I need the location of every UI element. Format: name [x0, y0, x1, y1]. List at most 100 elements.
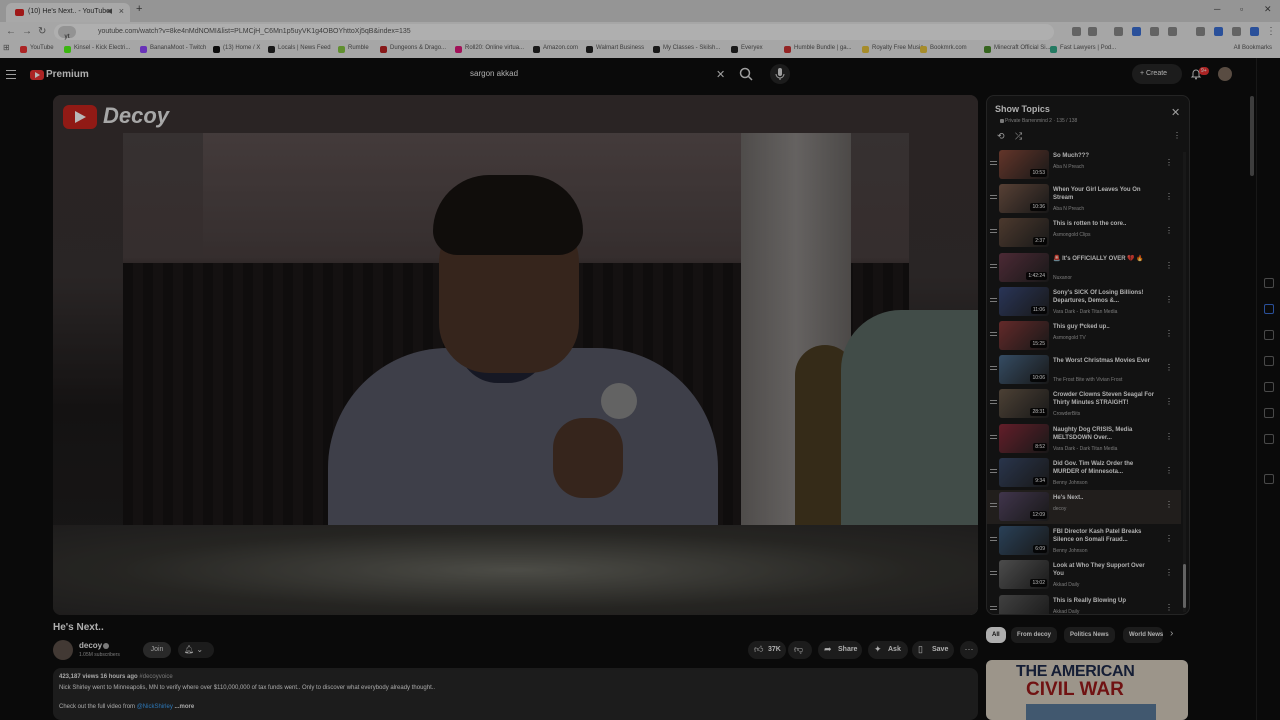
- all-bookmarks-link[interactable]: All Bookmarks: [1234, 45, 1272, 51]
- chip-politics-news[interactable]: Politics News: [1064, 627, 1115, 643]
- extension-icon[interactable]: [1072, 27, 1081, 36]
- bookmark-item[interactable]: My Classes - Skilsh...: [653, 45, 720, 53]
- video-player[interactable]: Decoy: [53, 95, 978, 615]
- drag-handle-icon[interactable]: [990, 229, 997, 235]
- new-tab-button[interactable]: +: [136, 3, 142, 15]
- playlist-item[interactable]: 12:09 He's Next.. decoy ⋮: [987, 490, 1181, 524]
- playlist-item[interactable]: 10:53 So Much??? Aba N Preach ⋮: [987, 148, 1181, 182]
- item-menu-icon[interactable]: ⋮: [1165, 603, 1173, 612]
- item-menu-icon[interactable]: ⋮: [1165, 192, 1173, 201]
- drag-handle-icon[interactable]: [990, 605, 997, 612]
- playlist-item-thumbnail[interactable]: 28:31: [999, 389, 1049, 419]
- dislike-button[interactable]: 👎︎: [788, 641, 812, 659]
- playlist-item-thumbnail[interactable]: 10:36: [999, 184, 1049, 214]
- page-scrollbar-thumb[interactable]: [1250, 96, 1254, 176]
- voice-search-button[interactable]: [770, 64, 790, 84]
- notes-icon[interactable]: [1264, 356, 1274, 366]
- show-more-link[interactable]: ...more: [175, 704, 195, 710]
- item-menu-icon[interactable]: ⋮: [1165, 432, 1173, 441]
- tools-icon[interactable]: [1264, 434, 1274, 444]
- playlist-item-title[interactable]: The Worst Christmas Movies Ever: [1053, 357, 1157, 365]
- drag-handle-icon[interactable]: [990, 503, 997, 509]
- playlist-item-title[interactable]: Naughty Dog CRISIS, Media MELTSDOWN Over…: [1053, 426, 1157, 442]
- playlist-item-thumbnail[interactable]: 13:30: [999, 594, 1049, 614]
- browser-menu-icon[interactable]: ⋮: [1266, 26, 1276, 37]
- drag-handle-icon[interactable]: [990, 468, 997, 475]
- playlist-item[interactable]: 11:06 Sony's SICK Of Losing Billions! Dep…: [987, 285, 1181, 319]
- item-menu-icon[interactable]: ⋮: [1165, 295, 1173, 304]
- drag-handle-icon[interactable]: [990, 571, 997, 577]
- browser-tab[interactable]: (10) He's Next.. - YouTube ◀ ×: [6, 3, 130, 22]
- like-button[interactable]: 👍︎ 37K: [748, 641, 786, 659]
- playlist-item-title[interactable]: Look at Who They Support Over You: [1053, 562, 1157, 578]
- playlist-item-thumbnail[interactable]: 9:34: [999, 457, 1049, 487]
- channel-mention-link[interactable]: @NickShirley: [137, 704, 173, 710]
- bookmark-item[interactable]: Everyex: [731, 45, 763, 53]
- window-close-icon[interactable]: ✕: [1264, 4, 1272, 15]
- playlist-item-title[interactable]: Crowder Clowns Steven Seagal For Thirty …: [1053, 391, 1157, 407]
- extension-icon[interactable]: [1168, 27, 1177, 36]
- playlist-close-icon[interactable]: ✕: [1171, 106, 1180, 119]
- playlist-item-thumbnail[interactable]: 1:42:24: [999, 252, 1049, 282]
- youtube-logo-icon[interactable]: [30, 70, 44, 80]
- create-button[interactable]: + Create: [1132, 64, 1182, 84]
- chip-world-news[interactable]: World News: [1123, 627, 1163, 643]
- playlist-scrollbar[interactable]: [1183, 152, 1186, 612]
- drag-handle-icon[interactable]: [990, 263, 997, 270]
- playlist-item[interactable]: 28:31 Crowder Clowns Steven Seagal For Th…: [987, 387, 1181, 421]
- item-menu-icon[interactable]: ⋮: [1165, 158, 1173, 167]
- bookmark-star-icon[interactable]: [1088, 27, 1097, 36]
- search-icon[interactable]: [736, 66, 756, 82]
- bookmark-item[interactable]: Rumble: [338, 45, 369, 53]
- loop-icon[interactable]: ⟲: [997, 131, 1005, 142]
- drag-handle-icon[interactable]: [990, 434, 997, 441]
- playlist-item-title[interactable]: He's Next..: [1053, 494, 1157, 502]
- bookmark-item[interactable]: Kinsel - Kick Electri...: [64, 45, 130, 53]
- channel-name[interactable]: decoy: [79, 641, 102, 650]
- bookmark-item[interactable]: Humble Bundle | ga...: [784, 45, 852, 53]
- description-box[interactable]: 423,187 views 16 hours ago #decoyvoice N…: [53, 668, 978, 720]
- playlist-item[interactable]: 10:36 When Your Girl Leaves You On Stream…: [987, 182, 1181, 216]
- calendar-icon[interactable]: [1264, 304, 1274, 314]
- more-actions-button[interactable]: ⋯: [960, 641, 978, 659]
- extension-icon[interactable]: [1114, 27, 1123, 36]
- item-menu-icon[interactable]: ⋮: [1165, 226, 1173, 235]
- bookmark-item[interactable]: BananaMoot - Twitch: [140, 45, 206, 53]
- bookmark-item[interactable]: YouTube: [20, 45, 54, 53]
- tab-close-icon[interactable]: ×: [119, 6, 124, 16]
- drag-handle-icon[interactable]: [990, 537, 997, 543]
- clear-search-icon[interactable]: ✕: [716, 68, 725, 81]
- drag-handle-icon[interactable]: [990, 400, 997, 406]
- bookmark-item[interactable]: Fast Lawyers | Pod...: [1050, 45, 1116, 53]
- item-menu-icon[interactable]: ⋮: [1165, 397, 1173, 406]
- playlist-item[interactable]: 13:30 This is Really Blowing Up Akkad Dail…: [987, 593, 1181, 614]
- search-input[interactable]: sargon akkad: [462, 64, 734, 84]
- playlist-item[interactable]: 9:34 Did Gov. Tim Walz Order the MURDER o…: [987, 456, 1181, 490]
- item-menu-icon[interactable]: ⋮: [1165, 500, 1173, 509]
- playlist-item-title[interactable]: This is Really Blowing Up: [1053, 597, 1157, 605]
- chip-all[interactable]: All: [986, 627, 1006, 643]
- recommended-video-thumbnail[interactable]: THE AMERICAN CIVIL WAR: [986, 660, 1188, 720]
- drag-handle-icon[interactable]: [990, 161, 997, 167]
- playlist-item-thumbnail[interactable]: 11:06: [999, 286, 1049, 316]
- playlist-item-thumbnail[interactable]: 8:52: [999, 423, 1049, 453]
- share-button[interactable]: ➦ Share: [818, 641, 862, 659]
- extension-icon[interactable]: [1150, 27, 1159, 36]
- playlist-item-title[interactable]: Did Gov. Tim Walz Order the MURDER of Mi…: [1053, 460, 1157, 476]
- playlist-scrollbar-thumb[interactable]: [1183, 564, 1186, 608]
- playlist-item-thumbnail[interactable]: 13:02: [999, 560, 1049, 590]
- tag-icon[interactable]: [1264, 382, 1274, 392]
- playlist-title[interactable]: Show Topics: [995, 104, 1050, 114]
- account-avatar[interactable]: [1218, 67, 1232, 81]
- home-icon[interactable]: [1264, 278, 1274, 288]
- playlist-item-thumbnail[interactable]: 15:25: [999, 321, 1049, 350]
- site-info-chip[interactable]: yt: [58, 26, 76, 40]
- drag-handle-icon[interactable]: [990, 195, 997, 201]
- playlist-item-title[interactable]: Sony's SICK Of Losing Billions! Departur…: [1053, 289, 1157, 305]
- playlist-item-title[interactable]: So Much???: [1053, 152, 1157, 160]
- bookmark-item[interactable]: Royalty Free Music: [862, 45, 923, 53]
- hashtag-link[interactable]: #decoyvoice: [139, 674, 172, 680]
- drag-handle-icon[interactable]: [990, 332, 997, 338]
- playlist-item-thumbnail[interactable]: 6:09: [999, 526, 1049, 556]
- chip-from-channel[interactable]: From decoy: [1011, 627, 1058, 643]
